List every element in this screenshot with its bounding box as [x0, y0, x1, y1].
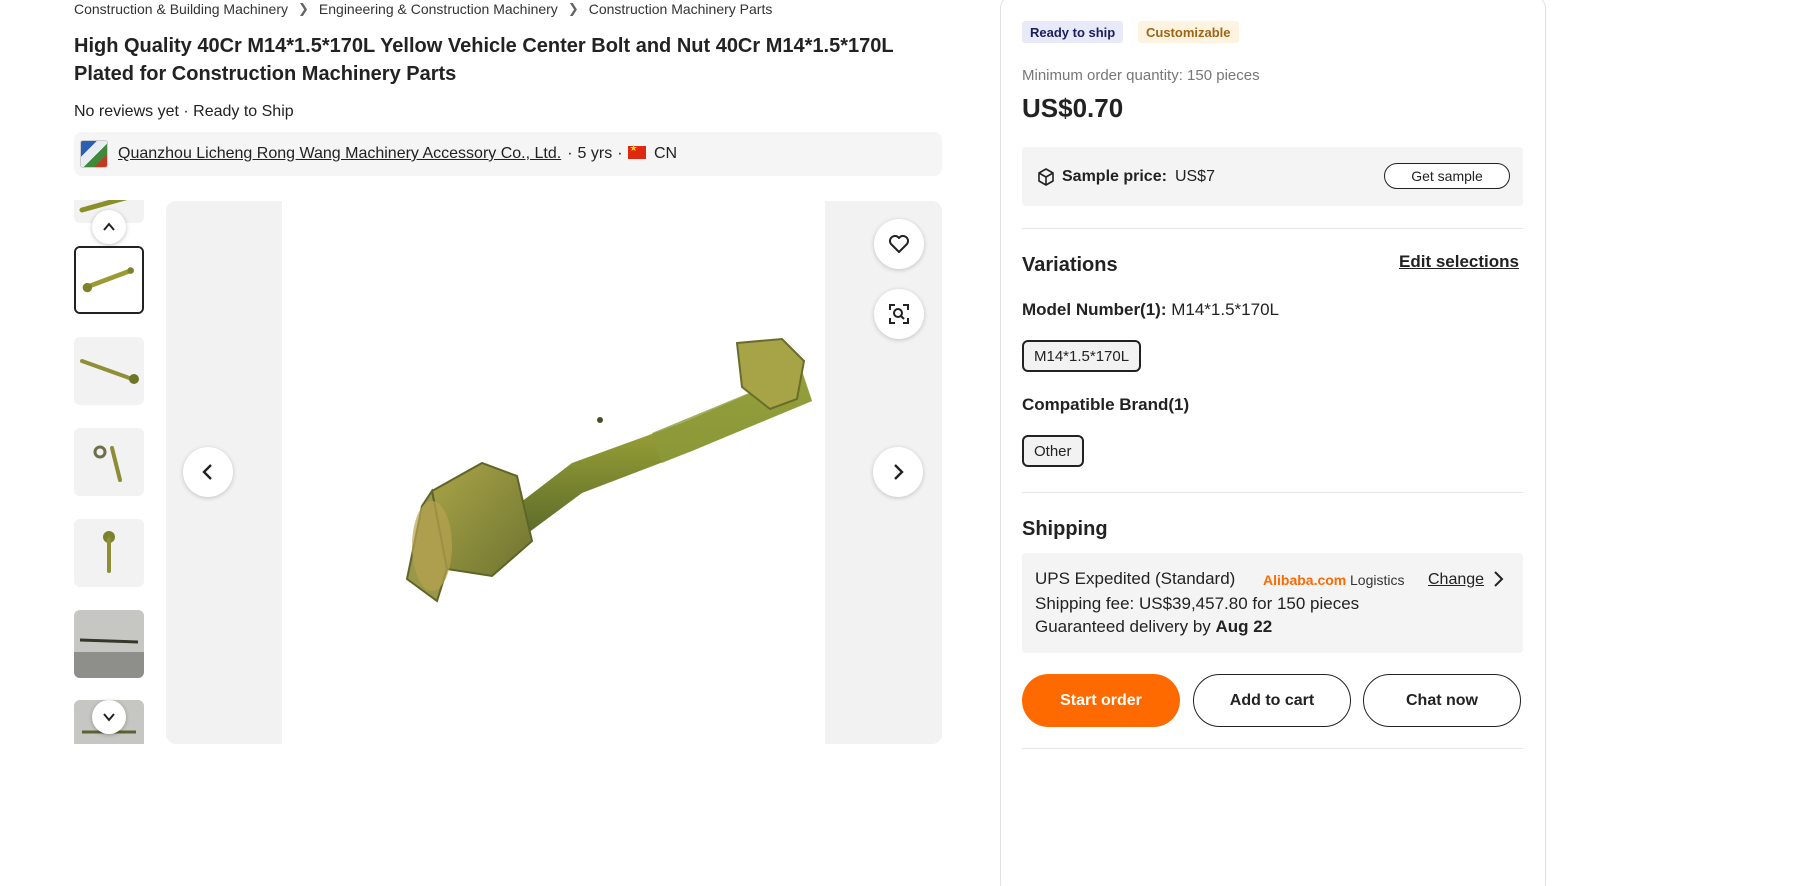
chevron-right-icon: ❯ — [298, 1, 309, 16]
model-option-chip[interactable]: M14*1.5*170L — [1022, 340, 1142, 372]
model-number-value: M14*1.5*170L — [1171, 300, 1279, 319]
chevron-right-icon[interactable] — [1492, 570, 1504, 593]
breadcrumb-link[interactable]: Construction & Building Machinery — [74, 1, 288, 17]
sample-price-label: Sample price: — [1062, 167, 1167, 185]
ready-to-ship-badge: Ready to ship — [1022, 21, 1124, 43]
compatible-brand-label: Compatible Brand(1) — [1022, 395, 1190, 414]
thumbnail[interactable] — [74, 337, 144, 405]
thumbnail[interactable] — [74, 610, 144, 678]
start-order-button[interactable]: Start order — [1022, 674, 1180, 727]
model-number-label: Model Number(1): — [1022, 300, 1167, 319]
unit-price: US$0.70 — [1022, 93, 1124, 123]
chevron-down-icon[interactable] — [92, 700, 126, 734]
thumbnail-active[interactable] — [74, 246, 144, 314]
sample-price-value: US$7 — [1174, 167, 1215, 185]
separator: · — [617, 145, 623, 162]
breadcrumb-link[interactable]: Construction Machinery Parts — [589, 1, 773, 17]
chevron-left-icon[interactable] — [183, 447, 233, 497]
supplier-bar: Quanzhou Licheng Rong Wang Machinery Acc… — [74, 132, 942, 176]
thumbnail[interactable] — [74, 428, 144, 496]
main-product-image[interactable] — [166, 201, 942, 744]
bolt-image — [405, 337, 812, 603]
minimum-order-quantity: Minimum order quantity: 150 pieces — [1022, 67, 1260, 84]
divider — [1022, 492, 1523, 493]
chevron-up-icon[interactable] — [92, 210, 126, 244]
supplier-logo[interactable] — [80, 140, 108, 168]
product-title: High Quality 40Cr M14*1.5*170L Yellow Ve… — [74, 35, 894, 85]
logistics-label: Logistics — [1350, 572, 1405, 588]
chat-now-button[interactable]: Chat now — [1363, 674, 1521, 727]
chevron-right-icon: ❯ — [567, 1, 579, 16]
alibaba-logo: Alibaba.com — [1263, 572, 1347, 588]
china-flag-icon — [627, 143, 646, 159]
variations-heading: Variations — [1022, 254, 1118, 276]
breadcrumb: Construction & Building Machinery ❯ Engi… — [74, 0, 772, 18]
customizable-badge: Customizable — [1138, 21, 1239, 43]
change-shipping-link[interactable]: Change — [1428, 571, 1484, 589]
model-number-row: Model Number(1): M14*1.5*170L — [1022, 300, 1279, 320]
shipping-method: UPS Expedited (Standard) — [1035, 569, 1236, 588]
divider — [1022, 228, 1523, 229]
separator: · — [567, 145, 573, 162]
shipping-fee: Shipping fee: US$39,457.80 for 150 piece… — [1035, 594, 1360, 613]
supplier-country: CN — [627, 143, 678, 163]
edit-selections-link[interactable]: Edit selections — [1399, 252, 1519, 272]
shipping-heading: Shipping — [1022, 518, 1108, 540]
delivery-guarantee: Guaranteed delivery by Aug 22 — [1035, 617, 1272, 637]
delivery-prefix: Guaranteed delivery by — [1035, 617, 1211, 636]
brand-option-chip[interactable]: Other — [1022, 435, 1084, 467]
breadcrumb-link[interactable]: Engineering & Construction Machinery — [319, 1, 558, 17]
package-icon — [1038, 167, 1054, 186]
thumbnail-strip[interactable] — [74, 200, 144, 744]
supplier-years: 5 yrs — [577, 145, 613, 162]
shipping-box: UPS Expedited (Standard) Alibaba.com Log… — [1022, 553, 1523, 653]
thumbnail[interactable] — [74, 519, 144, 587]
image-search-icon[interactable] — [874, 289, 924, 339]
chevron-right-icon[interactable] — [873, 447, 923, 497]
heart-icon[interactable] — [874, 219, 924, 269]
divider — [1022, 748, 1523, 749]
review-status: No reviews yet · Ready to Ship — [74, 103, 294, 120]
supplier-name-link[interactable]: Quanzhou Licheng Rong Wang Machinery Acc… — [118, 145, 561, 163]
get-sample-button[interactable]: Get sample — [1384, 163, 1510, 189]
country-code: CN — [653, 145, 678, 162]
delivery-date: Aug 22 — [1215, 617, 1273, 636]
add-to-cart-button[interactable]: Add to cart — [1193, 674, 1351, 727]
